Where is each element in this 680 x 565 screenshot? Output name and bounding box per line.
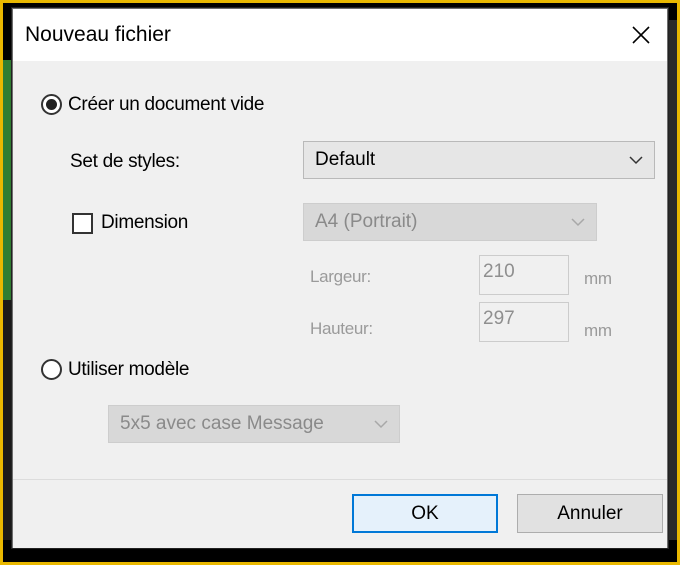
background-window-edge bbox=[3, 60, 12, 300]
background-window-edge-lower bbox=[3, 300, 12, 540]
close-icon bbox=[632, 26, 650, 44]
dimension-select[interactable]: A4 (Portrait) bbox=[303, 203, 597, 241]
dimension-label: Dimension bbox=[101, 212, 189, 233]
chevron-down-icon bbox=[374, 420, 388, 429]
chevron-down-icon bbox=[629, 156, 643, 165]
dimension-checkbox[interactable] bbox=[72, 213, 93, 234]
dialog-content: Créer un document vide Set de styles: De… bbox=[13, 61, 667, 479]
blank-document-radio[interactable] bbox=[41, 94, 62, 115]
width-value: 210 bbox=[483, 261, 515, 282]
template-value: 5x5 avec case Message bbox=[120, 413, 324, 434]
height-label: Hauteur: bbox=[310, 319, 373, 338]
width-input[interactable]: 210 bbox=[479, 255, 569, 295]
height-input[interactable]: 297 bbox=[479, 302, 569, 342]
new-file-dialog: Nouveau fichier Créer un document vide S… bbox=[12, 8, 668, 548]
blank-document-label: Créer un document vide bbox=[68, 94, 265, 115]
close-button[interactable] bbox=[621, 15, 661, 55]
dialog-title: Nouveau fichier bbox=[25, 23, 171, 46]
style-set-value: Default bbox=[315, 149, 376, 170]
width-label: Largeur: bbox=[310, 267, 371, 286]
use-template-label: Utiliser modèle bbox=[68, 359, 190, 380]
ok-button[interactable]: OK bbox=[352, 494, 498, 533]
height-value: 297 bbox=[483, 308, 515, 329]
template-select[interactable]: 5x5 avec case Message bbox=[108, 405, 400, 443]
style-set-label: Set de styles: bbox=[70, 151, 180, 172]
chevron-down-icon bbox=[571, 218, 585, 227]
style-set-select[interactable]: Default bbox=[303, 141, 655, 179]
title-bar: Nouveau fichier bbox=[13, 9, 667, 61]
cancel-button[interactable]: Annuler bbox=[517, 494, 663, 533]
height-unit: mm bbox=[584, 321, 612, 340]
use-template-radio[interactable] bbox=[41, 359, 62, 380]
dimension-value: A4 (Portrait) bbox=[315, 211, 418, 232]
background-window-edge-right bbox=[667, 20, 677, 540]
dialog-footer: OK Annuler bbox=[13, 479, 667, 548]
width-unit: mm bbox=[584, 269, 612, 288]
